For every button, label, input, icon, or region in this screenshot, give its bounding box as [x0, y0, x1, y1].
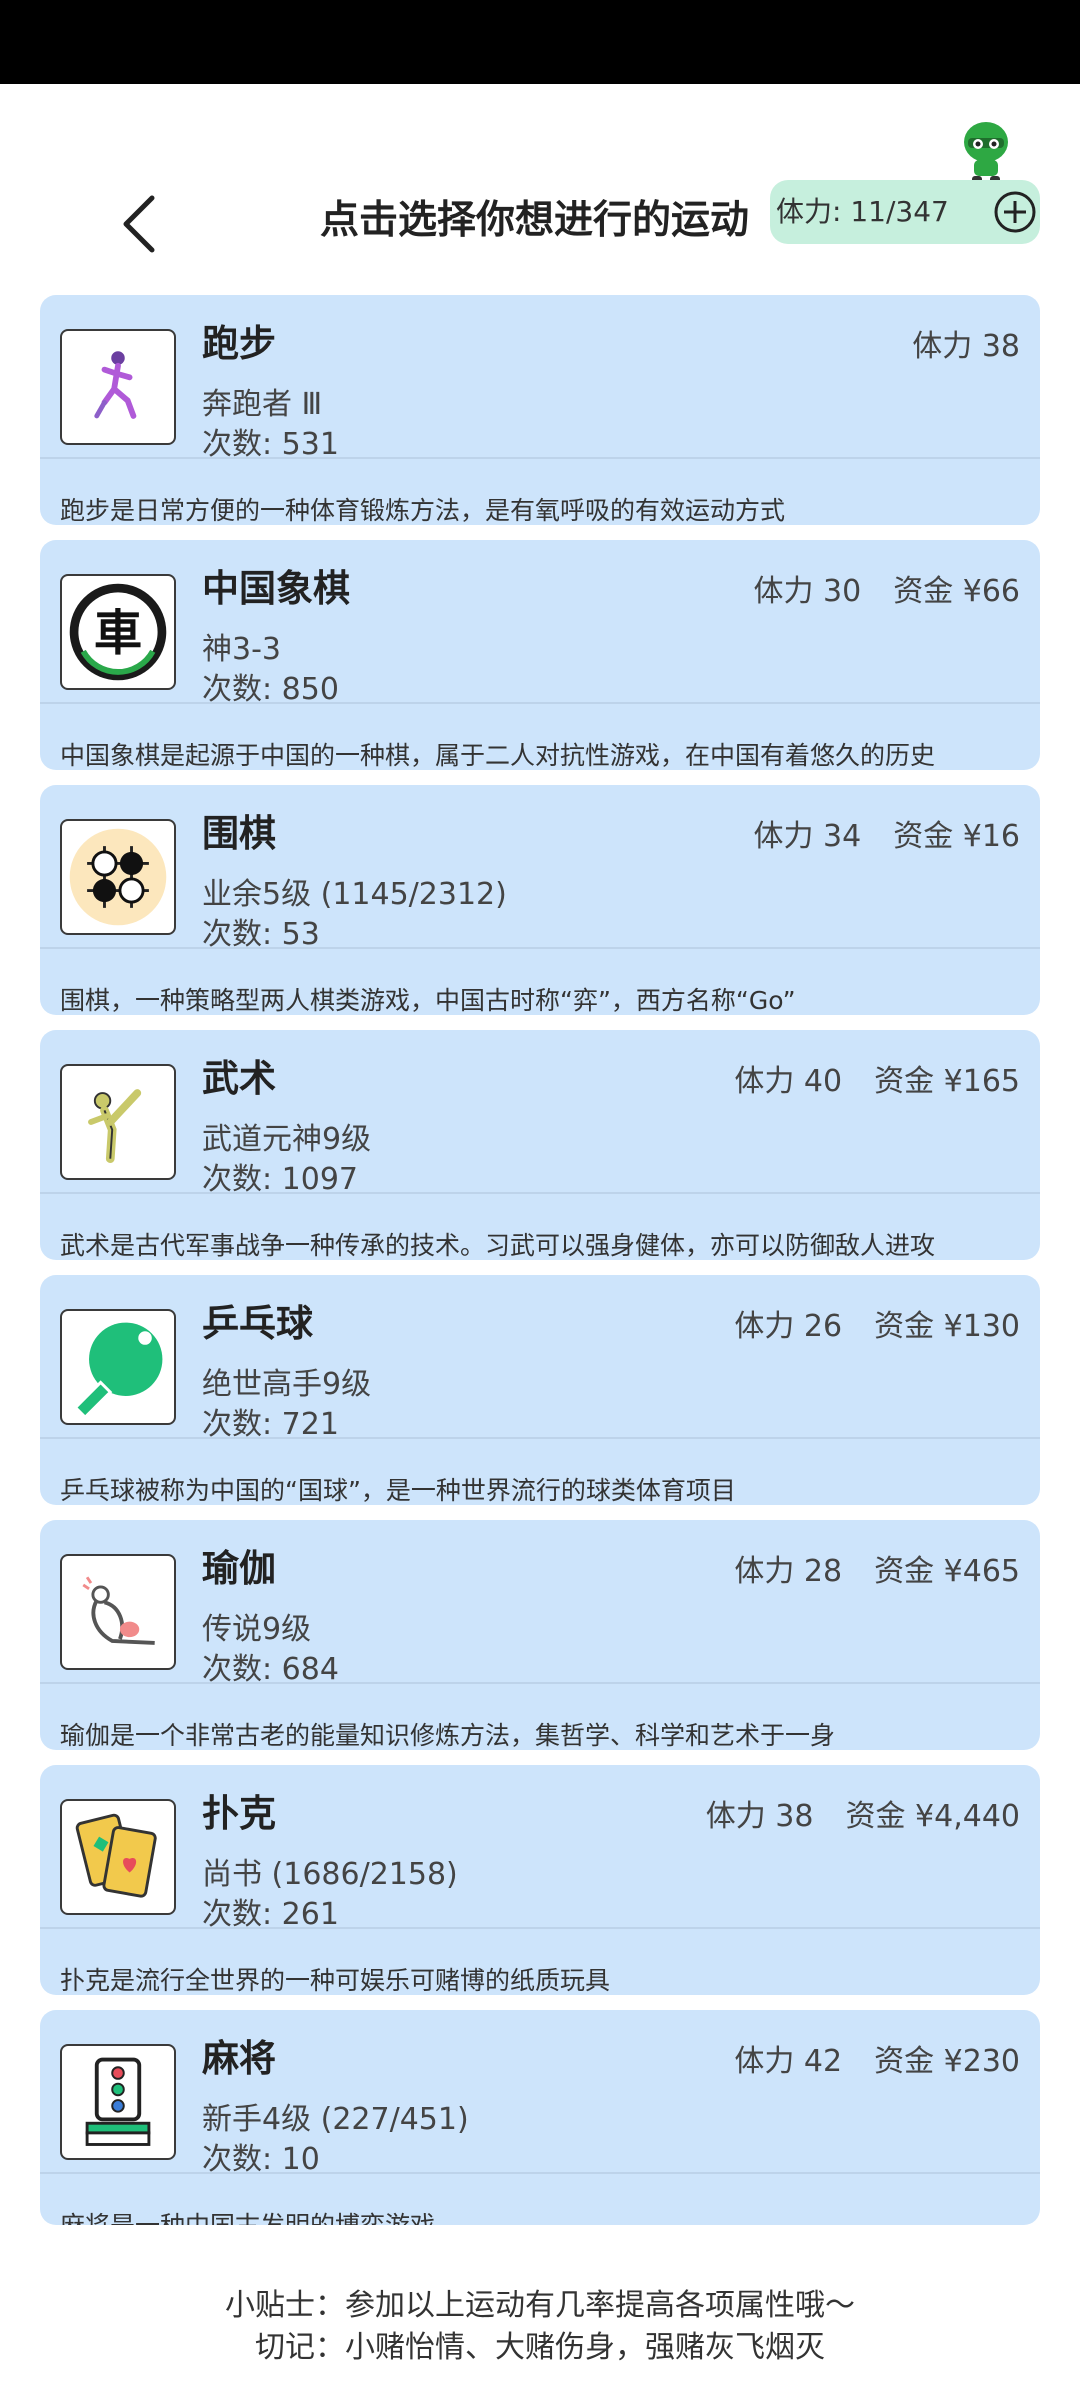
activity-rank: 尚书 (1686/2158) [202, 1857, 458, 1892]
money-cost: 资金 ¥16 [893, 819, 1020, 854]
stamina-value: 体力: 11/347 [776, 195, 949, 228]
activity-card-go[interactable]: 围棋 体力 34 资金 ¥16 业余5级 (1145/2312) 次数: 53 围… [40, 785, 1040, 1015]
tip-line: 小贴士：参加以上运动有几率提高各项属性哦～ [225, 2288, 855, 2323]
plus-circle-icon [994, 191, 1036, 233]
mascot-avatar-icon [958, 118, 1014, 184]
card-divider [40, 947, 1040, 949]
go-stones-icon [60, 819, 176, 935]
playing-cards-icon [60, 1799, 176, 1915]
money-cost: 资金 ¥465 [874, 1554, 1020, 1589]
activity-name: 乒乓球 [202, 1302, 313, 1345]
stamina-cost: 体力 40 [734, 1064, 843, 1099]
activity-card-martial-arts[interactable]: 武术 体力 40 资金 ¥165 武道元神9级 次数: 1097 武术是古代军事战… [40, 1030, 1040, 1260]
chariot-chess-icon: 車 [60, 574, 176, 690]
activity-costs: 体力 34 资金 ¥16 [753, 811, 1020, 855]
card-divider [40, 702, 1040, 704]
activity-rank: 奔跑者 Ⅲ [202, 387, 323, 422]
activity-name: 武术 [202, 1057, 276, 1100]
activity-rank: 绝世高手9级 [202, 1367, 372, 1402]
activity-description: 围棋，一种策略型两人棋类游戏，中国古时称“弈”，西方名称“Go” [60, 986, 796, 1015]
activity-card-yoga[interactable]: 瑜伽 体力 28 资金 ¥465 传说9级 次数: 684 瑜伽是一个非常古老的能… [40, 1520, 1040, 1750]
stamina-cost: 体力 28 [734, 1554, 843, 1589]
activity-rank: 新手4级 (227/451) [202, 2102, 469, 2137]
activity-description: 中国象棋是起源于中国的一种棋，属于二人对抗性游戏，在中国有着悠久的历史 [60, 741, 936, 770]
activity-name: 瑜伽 [202, 1547, 276, 1590]
activity-costs: 体力 42 资金 ¥230 [734, 2036, 1020, 2080]
activity-costs: 体力 38 [912, 321, 1020, 365]
stamina-cost: 体力 30 [753, 574, 862, 609]
activity-description: 武术是古代军事战争一种传承的技术。习武可以强身健体，亦可以防御敌人进攻 [60, 1231, 936, 1260]
activity-card-table-tennis[interactable]: 乒乓球 体力 26 资金 ¥130 绝世高手9级 次数: 721 乒乓球被称为中国… [40, 1275, 1040, 1505]
money-cost: 资金 ¥230 [874, 2044, 1020, 2079]
activity-card-chinese-chess[interactable]: 車 中国象棋 体力 30 资金 ¥66 神3-3 次数: 850 中国象棋是起源于… [40, 540, 1040, 770]
mahjong-tile-icon [60, 2044, 176, 2160]
card-divider [40, 1192, 1040, 1194]
activity-name: 麻将 [202, 2037, 276, 2080]
activity-costs: 体力 38 资金 ¥4,440 [706, 1791, 1020, 1835]
warning-line: 切记：小赌怡情、大赌伤身，强赌灰飞烟灭 [255, 2330, 825, 2365]
activity-description: 跑步是日常方便的一种体育锻炼方法，是有氧呼吸的有效运动方式 [60, 496, 786, 525]
activity-description: 瑜伽是一个非常古老的能量知识修炼方法，集哲学、科学和艺术于一身 [60, 1721, 836, 1750]
running-icon [60, 329, 176, 445]
activity-rank: 武道元神9级 [202, 1122, 372, 1157]
money-cost: 资金 ¥4,440 [845, 1799, 1020, 1834]
chevron-left-icon [123, 195, 155, 253]
status-bar [0, 0, 1080, 84]
card-divider [40, 2172, 1040, 2174]
activity-costs: 体力 30 资金 ¥66 [753, 566, 1020, 610]
stamina-cost: 体力 26 [734, 1309, 843, 1344]
stamina-cost: 体力 38 [705, 1799, 814, 1834]
back-button[interactable] [110, 184, 170, 264]
add-stamina-button[interactable] [993, 190, 1037, 234]
activity-name: 跑步 [202, 322, 276, 365]
stamina-indicator: 体力: 11/347 [770, 180, 1040, 244]
header: 点击选择你想进行的运动 体力: 11/347 [0, 84, 1080, 284]
activity-costs: 体力 28 资金 ¥465 [734, 1546, 1020, 1590]
svg-text:車: 車 [94, 605, 142, 661]
activity-description: 麻将是一种中国古发明的博弈游戏 [60, 2206, 435, 2225]
card-divider [40, 1927, 1040, 1929]
card-divider [40, 1437, 1040, 1439]
money-cost: 资金 ¥66 [893, 574, 1020, 609]
card-divider [40, 1682, 1040, 1684]
activity-description: 乒乓球被称为中国的“国球”，是一种世界流行的球类体育项目 [60, 1476, 736, 1505]
stamina-cost: 体力 38 [912, 329, 1020, 364]
activity-name: 中国象棋 [202, 567, 350, 610]
activity-description: 扑克是流行全世界的一种可娱乐可赌博的纸质玩具 [60, 1966, 611, 1995]
activity-card-poker[interactable]: 扑克 体力 38 资金 ¥4,440 尚书 (1686/2158) 次数: 261… [40, 1765, 1040, 1995]
activity-name: 扑克 [202, 1792, 276, 1835]
money-cost: 资金 ¥165 [874, 1064, 1020, 1099]
activity-name: 围棋 [202, 812, 276, 855]
activity-card-running[interactable]: 跑步 体力 38 奔跑者 Ⅲ 次数: 531 跑步是日常方便的一种体育锻炼方法，… [40, 295, 1040, 525]
stamina-cost: 体力 42 [734, 2044, 843, 2079]
stamina-cost: 体力 34 [753, 819, 862, 854]
yoga-icon [60, 1554, 176, 1670]
activity-rank: 传说9级 [202, 1612, 312, 1647]
activity-rank: 神3-3 [202, 632, 281, 667]
activity-costs: 体力 40 资金 ¥165 [734, 1056, 1020, 1100]
money-cost: 资金 ¥130 [874, 1309, 1020, 1344]
activity-costs: 体力 26 资金 ¥130 [734, 1301, 1020, 1345]
card-divider [40, 457, 1040, 459]
page-title: 点击选择你想进行的运动 [320, 198, 750, 243]
ping-pong-paddle-icon [60, 1309, 176, 1425]
martial-arts-icon [60, 1064, 176, 1180]
activity-rank: 业余5级 (1145/2312) [202, 877, 507, 912]
activity-card-mahjong[interactable]: 麻将 体力 42资金 ¥230 新手4级 (227/451) 次数: 10 麻将… [40, 2010, 1040, 2225]
tips-section: 小贴士：参加以上运动有几率提高各项属性哦～ 切记：小赌怡情、大赌伤身，强赌灰飞烟… [0, 2285, 1080, 2369]
